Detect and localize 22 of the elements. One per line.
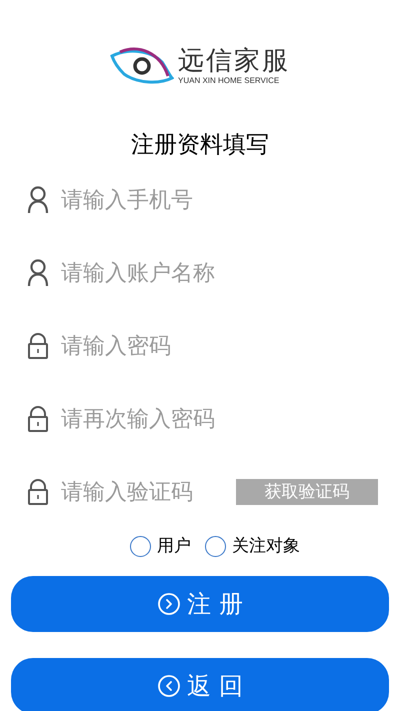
lock-icon bbox=[27, 405, 49, 433]
register-button[interactable]: 注 册 bbox=[11, 576, 389, 632]
radio-label: 用户 bbox=[157, 535, 191, 558]
lock-icon bbox=[27, 332, 49, 360]
user-icon bbox=[27, 186, 49, 214]
logo-subtitle: YUAN XIN HOME SERVICE bbox=[178, 76, 280, 86]
text-field[interactable]: 请输入手机号 bbox=[61, 184, 373, 216]
chevron-right-icon bbox=[157, 592, 182, 616]
lock-icon bbox=[27, 478, 49, 506]
text-field[interactable]: 请再次输入密码 bbox=[61, 402, 373, 436]
radio-button[interactable] bbox=[130, 536, 151, 558]
text-field[interactable]: 请输入密码 bbox=[61, 330, 373, 362]
radio-button[interactable] bbox=[205, 536, 226, 558]
back-button[interactable]: 返 回 bbox=[11, 658, 389, 711]
text-field[interactable]: 请输入验证码 bbox=[61, 476, 224, 508]
page-title: 注册资料填写 bbox=[130, 131, 270, 160]
user-icon bbox=[27, 259, 49, 287]
eye-logo-icon bbox=[110, 46, 174, 86]
logo-name: 远信家服 bbox=[178, 46, 290, 76]
text-field[interactable]: 请输入账户名称 bbox=[61, 256, 373, 290]
radio-label: 关注对象 bbox=[232, 535, 300, 558]
chevron-left-icon bbox=[157, 674, 182, 698]
